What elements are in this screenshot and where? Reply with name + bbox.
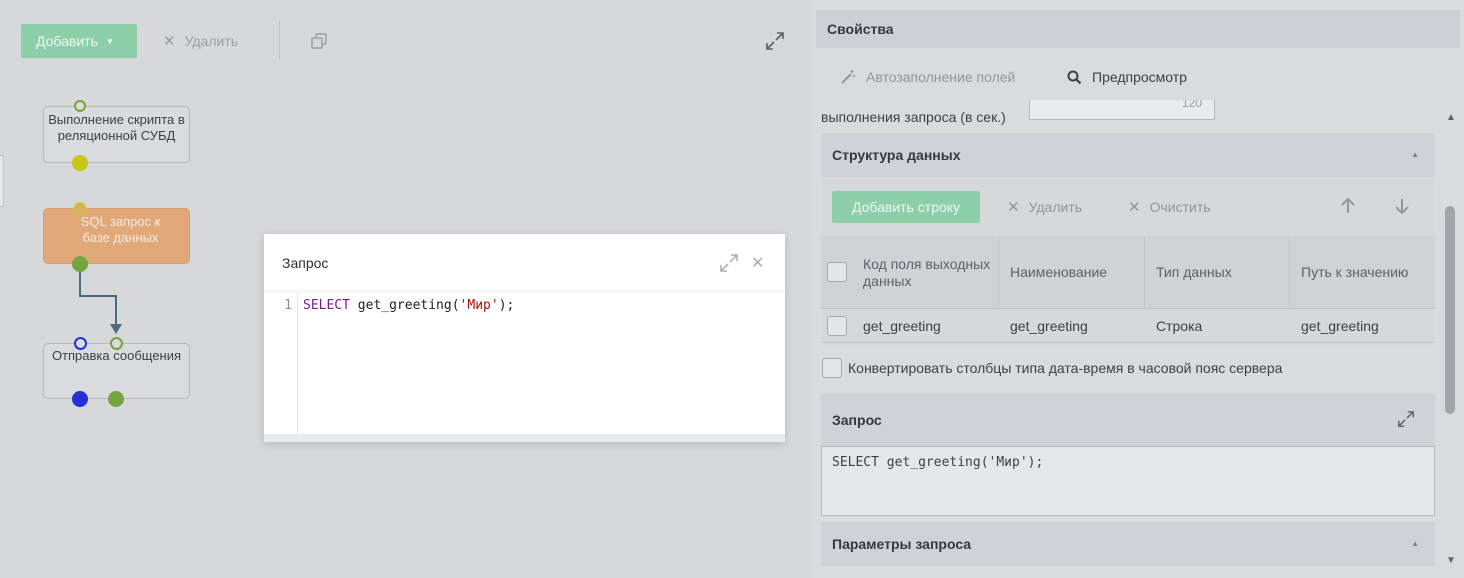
- delete-row-label: Удалить: [1028, 199, 1083, 215]
- scroll-down-icon[interactable]: ▼: [1446, 555, 1456, 566]
- section-query[interactable]: Запрос: [821, 393, 1435, 446]
- node-output-port[interactable]: [108, 391, 124, 407]
- cell-code: get_greeting: [863, 318, 941, 334]
- modal-title: Запрос: [282, 254, 329, 271]
- tab-label: Предпросмотр: [1092, 69, 1187, 85]
- scroll-up-icon[interactable]: ▲: [1446, 112, 1456, 123]
- delete-row-button[interactable]: ✕ Удалить: [1007, 191, 1082, 223]
- row-checkbox[interactable]: [827, 316, 847, 336]
- column-header[interactable]: Путь к значению: [1289, 236, 1435, 309]
- node-label: Выполнение скрипта в реляционной СУБД: [48, 112, 185, 143]
- timeout-label: выполнения запроса (в сек.): [821, 109, 1006, 125]
- node-input-port[interactable]: [110, 337, 123, 350]
- properties-title: Свойства: [816, 10, 1460, 48]
- node-label: SQL запрос к базе данных: [80, 214, 161, 245]
- chevron-up-icon: ▲: [1411, 539, 1419, 548]
- cell-type: Строка: [1156, 318, 1203, 334]
- table-row[interactable]: get_greeting get_greeting Строка get_gre…: [821, 309, 1435, 343]
- arrow-down-icon[interactable]: [1394, 197, 1410, 215]
- code-keyword: SELECT: [303, 298, 350, 313]
- section-data-structure[interactable]: Структура данных ▲: [821, 133, 1435, 177]
- query-modal: Запрос ✕ 1 SELECT get_greeting('Мир');: [264, 234, 785, 442]
- tab-label: Автозаполнение полей: [866, 69, 1016, 85]
- node-output-port[interactable]: [72, 155, 88, 171]
- expand-icon[interactable]: [719, 253, 739, 273]
- code-line[interactable]: SELECT get_greeting('Мир');: [303, 298, 514, 313]
- timeout-input[interactable]: 120: [1029, 100, 1215, 120]
- search-icon: [1067, 70, 1082, 84]
- node-output-port[interactable]: [72, 391, 88, 407]
- chevron-up-icon: ▲: [1411, 150, 1419, 159]
- scrollbar[interactable]: ▲ ▼: [1444, 108, 1458, 570]
- modal-footer: [264, 434, 785, 442]
- clear-label: Очистить: [1149, 199, 1211, 215]
- tab-preview[interactable]: Предпросмотр: [1067, 52, 1187, 102]
- cell-name: get_greeting: [1010, 318, 1088, 334]
- convert-timezone-checkbox[interactable]: [822, 358, 842, 378]
- line-number: 1: [264, 292, 298, 435]
- code-function: get_greeting(: [349, 298, 460, 313]
- column-header[interactable]: Тип данных: [1144, 236, 1290, 309]
- code-string: 'Мир': [459, 298, 499, 313]
- code-tail: );: [498, 298, 515, 313]
- section-title: Структура данных: [832, 147, 961, 163]
- properties-panel: Свойства Автозаполнение полей Предпросмо…: [812, 0, 1464, 578]
- workflow-node-sql-query[interactable]: SQL запрос к базе данных: [43, 208, 190, 264]
- code-editor[interactable]: 1 SELECT get_greeting('Мир');: [264, 291, 785, 435]
- tab-autofill[interactable]: Автозаполнение полей: [840, 52, 1015, 102]
- scroll-thumb[interactable]: [1445, 206, 1455, 414]
- properties-tabs: Автозаполнение полей Предпросмотр: [812, 52, 1464, 102]
- add-row-button[interactable]: Добавить строку: [832, 191, 980, 223]
- table-header: Код поля выходных данных Наименование Ти…: [821, 236, 1435, 309]
- convert-timezone-option[interactable]: Конвертировать столбцы типа дата-время в…: [822, 357, 1282, 379]
- close-icon: ✕: [1128, 199, 1141, 216]
- expand-icon[interactable]: [1397, 410, 1415, 428]
- arrow-up-icon[interactable]: [1340, 197, 1356, 215]
- section-query-params[interactable]: Параметры запроса ▲: [821, 522, 1435, 566]
- section-title: Параметры запроса: [832, 536, 972, 552]
- clear-button[interactable]: ✕ Очистить: [1128, 191, 1211, 223]
- convert-timezone-label: Конвертировать столбцы типа дата-время в…: [848, 360, 1283, 376]
- column-header[interactable]: Наименование: [998, 236, 1145, 309]
- workflow-node-sql-script[interactable]: Выполнение скрипта в реляционной СУБД: [43, 106, 190, 163]
- node-input-port[interactable]: [74, 202, 86, 214]
- close-icon: ✕: [1007, 199, 1020, 216]
- magic-wand-icon: [841, 70, 855, 84]
- section-title: Запрос: [832, 411, 882, 428]
- close-icon[interactable]: ✕: [751, 253, 764, 273]
- query-textarea[interactable]: SELECT get_greeting('Мир');: [821, 446, 1435, 516]
- node-input-port[interactable]: [74, 100, 86, 112]
- node-input-port[interactable]: [74, 337, 87, 350]
- column-header[interactable]: Код поля выходных данных: [852, 236, 999, 309]
- node-output-port[interactable]: [72, 256, 88, 272]
- select-all-checkbox[interactable]: [827, 262, 847, 282]
- cell-path: get_greeting: [1301, 318, 1379, 334]
